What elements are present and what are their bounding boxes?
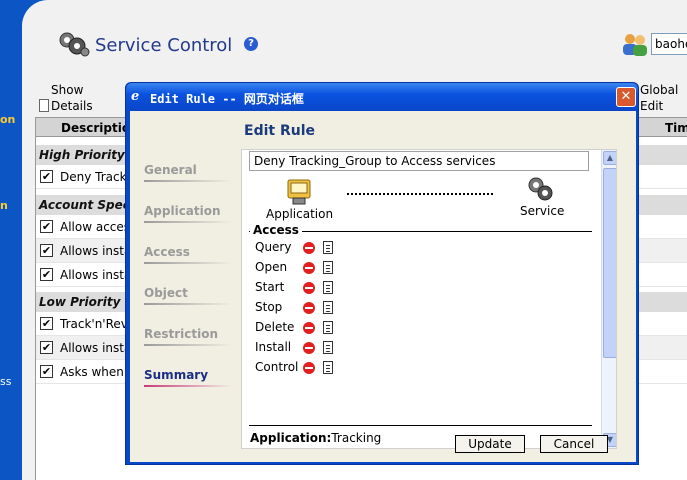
row-checkbox[interactable]: ✔ <box>40 317 53 330</box>
row-description: Allows insta <box>60 341 132 355</box>
row-checkbox[interactable]: ✔ <box>40 244 53 257</box>
document-icon[interactable] <box>323 321 333 334</box>
permission-label: Control <box>255 360 299 374</box>
row-description: Asks when <box>60 365 124 379</box>
deny-icon <box>303 262 315 274</box>
rule-name-field[interactable]: Deny Tracking_Group to Access services <box>249 151 589 171</box>
service-gear-icon <box>59 32 90 57</box>
permission-label: Start <box>255 280 285 294</box>
document-icon <box>39 99 49 112</box>
deny-icon <box>303 322 315 334</box>
global-edit-button[interactable]: Global Edit <box>640 82 684 118</box>
application-label: Application <box>266 207 334 221</box>
row-description: Deny Track <box>60 170 127 184</box>
group-label: Account Speci <box>39 198 134 212</box>
access-title: Access <box>250 223 302 237</box>
deny-icon <box>303 342 315 354</box>
tab-application[interactable]: Application <box>144 204 232 224</box>
help-icon[interactable]: ? <box>244 37 258 51</box>
column-header-time[interactable]: Tim <box>665 121 687 135</box>
tab-label: Object <box>144 286 188 300</box>
row-description: Allows insta <box>60 268 132 282</box>
row-checkbox[interactable]: ✔ <box>40 365 53 378</box>
tab-label: Application <box>144 204 221 218</box>
service-icon <box>528 177 553 201</box>
document-icon[interactable] <box>323 241 333 254</box>
document-icon[interactable] <box>323 341 333 354</box>
dialog-body: Edit Rule General Application Access Obj… <box>130 111 636 462</box>
tab-label: Access <box>144 245 190 259</box>
deny-icon <box>303 282 315 294</box>
dialog-title: Edit Rule -- 网页对话框 <box>150 92 304 106</box>
dialog-titlebar[interactable]: e Edit Rule -- 网页对话框 ✕ <box>126 83 638 111</box>
tab-label: Summary <box>144 368 209 382</box>
tab-general[interactable]: General <box>144 163 232 183</box>
scroll-up-arrow[interactable]: ▲ <box>603 151 616 165</box>
tab-access[interactable]: Access <box>144 245 232 265</box>
service-label: Service <box>520 204 565 218</box>
tab-label: Restriction <box>144 327 219 341</box>
connector-dots <box>347 193 493 195</box>
group-label: High Priority <box>39 148 125 162</box>
username-field[interactable]: baohe <box>651 33 687 55</box>
deny-icon <box>303 362 315 374</box>
summary-divider <box>249 425 592 426</box>
show-details-label: Show Details <box>51 83 93 113</box>
scroll-thumb[interactable] <box>603 168 616 358</box>
permission-label: Query <box>255 240 292 254</box>
tab-label: General <box>144 163 197 177</box>
document-icon[interactable] <box>323 361 333 374</box>
update-button[interactable]: Update <box>455 435 525 453</box>
permission-label: Install <box>255 340 292 354</box>
close-button[interactable]: ✕ <box>616 87 636 107</box>
deny-icon <box>303 242 315 254</box>
row-checkbox[interactable]: ✔ <box>40 341 53 354</box>
global-edit-label: Global Edit <box>640 83 679 113</box>
permission-label: Delete <box>255 320 295 334</box>
row-checkbox[interactable]: ✔ <box>40 220 53 233</box>
row-description: Allow acces <box>60 220 131 234</box>
deny-icon <box>303 302 315 314</box>
left-nav: on n ss <box>0 0 24 480</box>
tab-restriction[interactable]: Restriction <box>144 327 232 347</box>
group-label: Low Priority R <box>39 295 134 309</box>
permission-label: Open <box>255 260 288 274</box>
vertical-scrollbar[interactable]: ▲ ▼ <box>601 150 616 448</box>
application-key: Application: <box>250 431 332 445</box>
page-title: Service Control <box>95 35 233 56</box>
edit-rule-dialog: e Edit Rule -- 网页对话框 ✕ Edit Rule General… <box>125 82 639 465</box>
row-checkbox[interactable]: ✔ <box>40 268 53 281</box>
row-description: Track'n'Rev <box>60 317 128 331</box>
show-details-button[interactable]: Show Details <box>39 82 107 114</box>
left-nav-item[interactable]: on <box>0 113 15 126</box>
dialog-heading: Edit Rule <box>244 123 315 139</box>
tab-summary[interactable]: Summary <box>144 368 232 388</box>
left-nav-item[interactable]: n <box>0 199 8 212</box>
document-icon[interactable] <box>323 261 333 274</box>
row-checkbox[interactable]: ✔ <box>40 170 53 183</box>
summary-panel: Deny Tracking_Group to Access services A… <box>241 149 617 449</box>
application-summary: Application:Tracking <box>250 431 381 445</box>
users-icon[interactable] <box>620 32 650 56</box>
application-value: Tracking <box>331 431 382 445</box>
tab-object[interactable]: Object <box>144 286 232 306</box>
application-icon <box>287 179 311 205</box>
permission-label: Stop <box>255 300 283 314</box>
cancel-button[interactable]: Cancel <box>540 435 608 453</box>
ie-icon: e <box>131 89 140 104</box>
document-icon[interactable] <box>323 301 333 314</box>
left-nav-item[interactable]: ss <box>0 375 11 388</box>
document-icon[interactable] <box>323 281 333 294</box>
row-description: Allows insta <box>60 244 132 258</box>
